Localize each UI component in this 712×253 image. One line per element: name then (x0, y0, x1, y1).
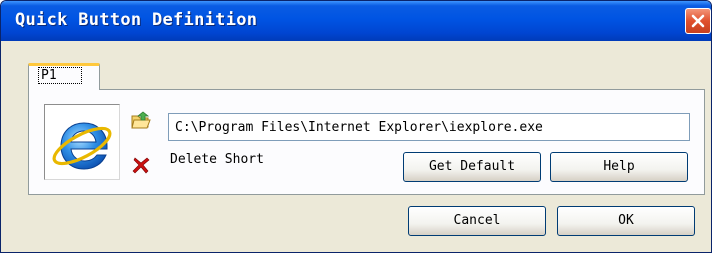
tab-p1[interactable]: P1 (28, 63, 100, 90)
window-title: Quick Button Definition (15, 10, 258, 30)
internet-explorer-icon (52, 122, 112, 170)
shortcut-icon-preview (44, 104, 120, 180)
program-path-input[interactable] (168, 113, 690, 141)
close-button[interactable] (685, 8, 711, 34)
help-button[interactable]: Help (550, 152, 688, 182)
cancel-button[interactable]: Cancel (408, 206, 546, 236)
red-x-icon[interactable] (132, 156, 150, 178)
delete-shortcut-label[interactable]: Delete Short (170, 152, 264, 167)
title-bar[interactable]: Quick Button Definition (1, 1, 711, 41)
tab-label: P1 (38, 67, 82, 84)
ok-button[interactable]: OK (557, 206, 695, 236)
get-default-button[interactable]: Get Default (403, 152, 541, 182)
close-icon (691, 14, 705, 28)
folder-open-icon[interactable] (130, 110, 152, 136)
tab-panel: Delete Short Get Default Help (28, 89, 705, 195)
dialog-window: Quick Button Definition P1 C:\Program Fi… (0, 0, 712, 253)
